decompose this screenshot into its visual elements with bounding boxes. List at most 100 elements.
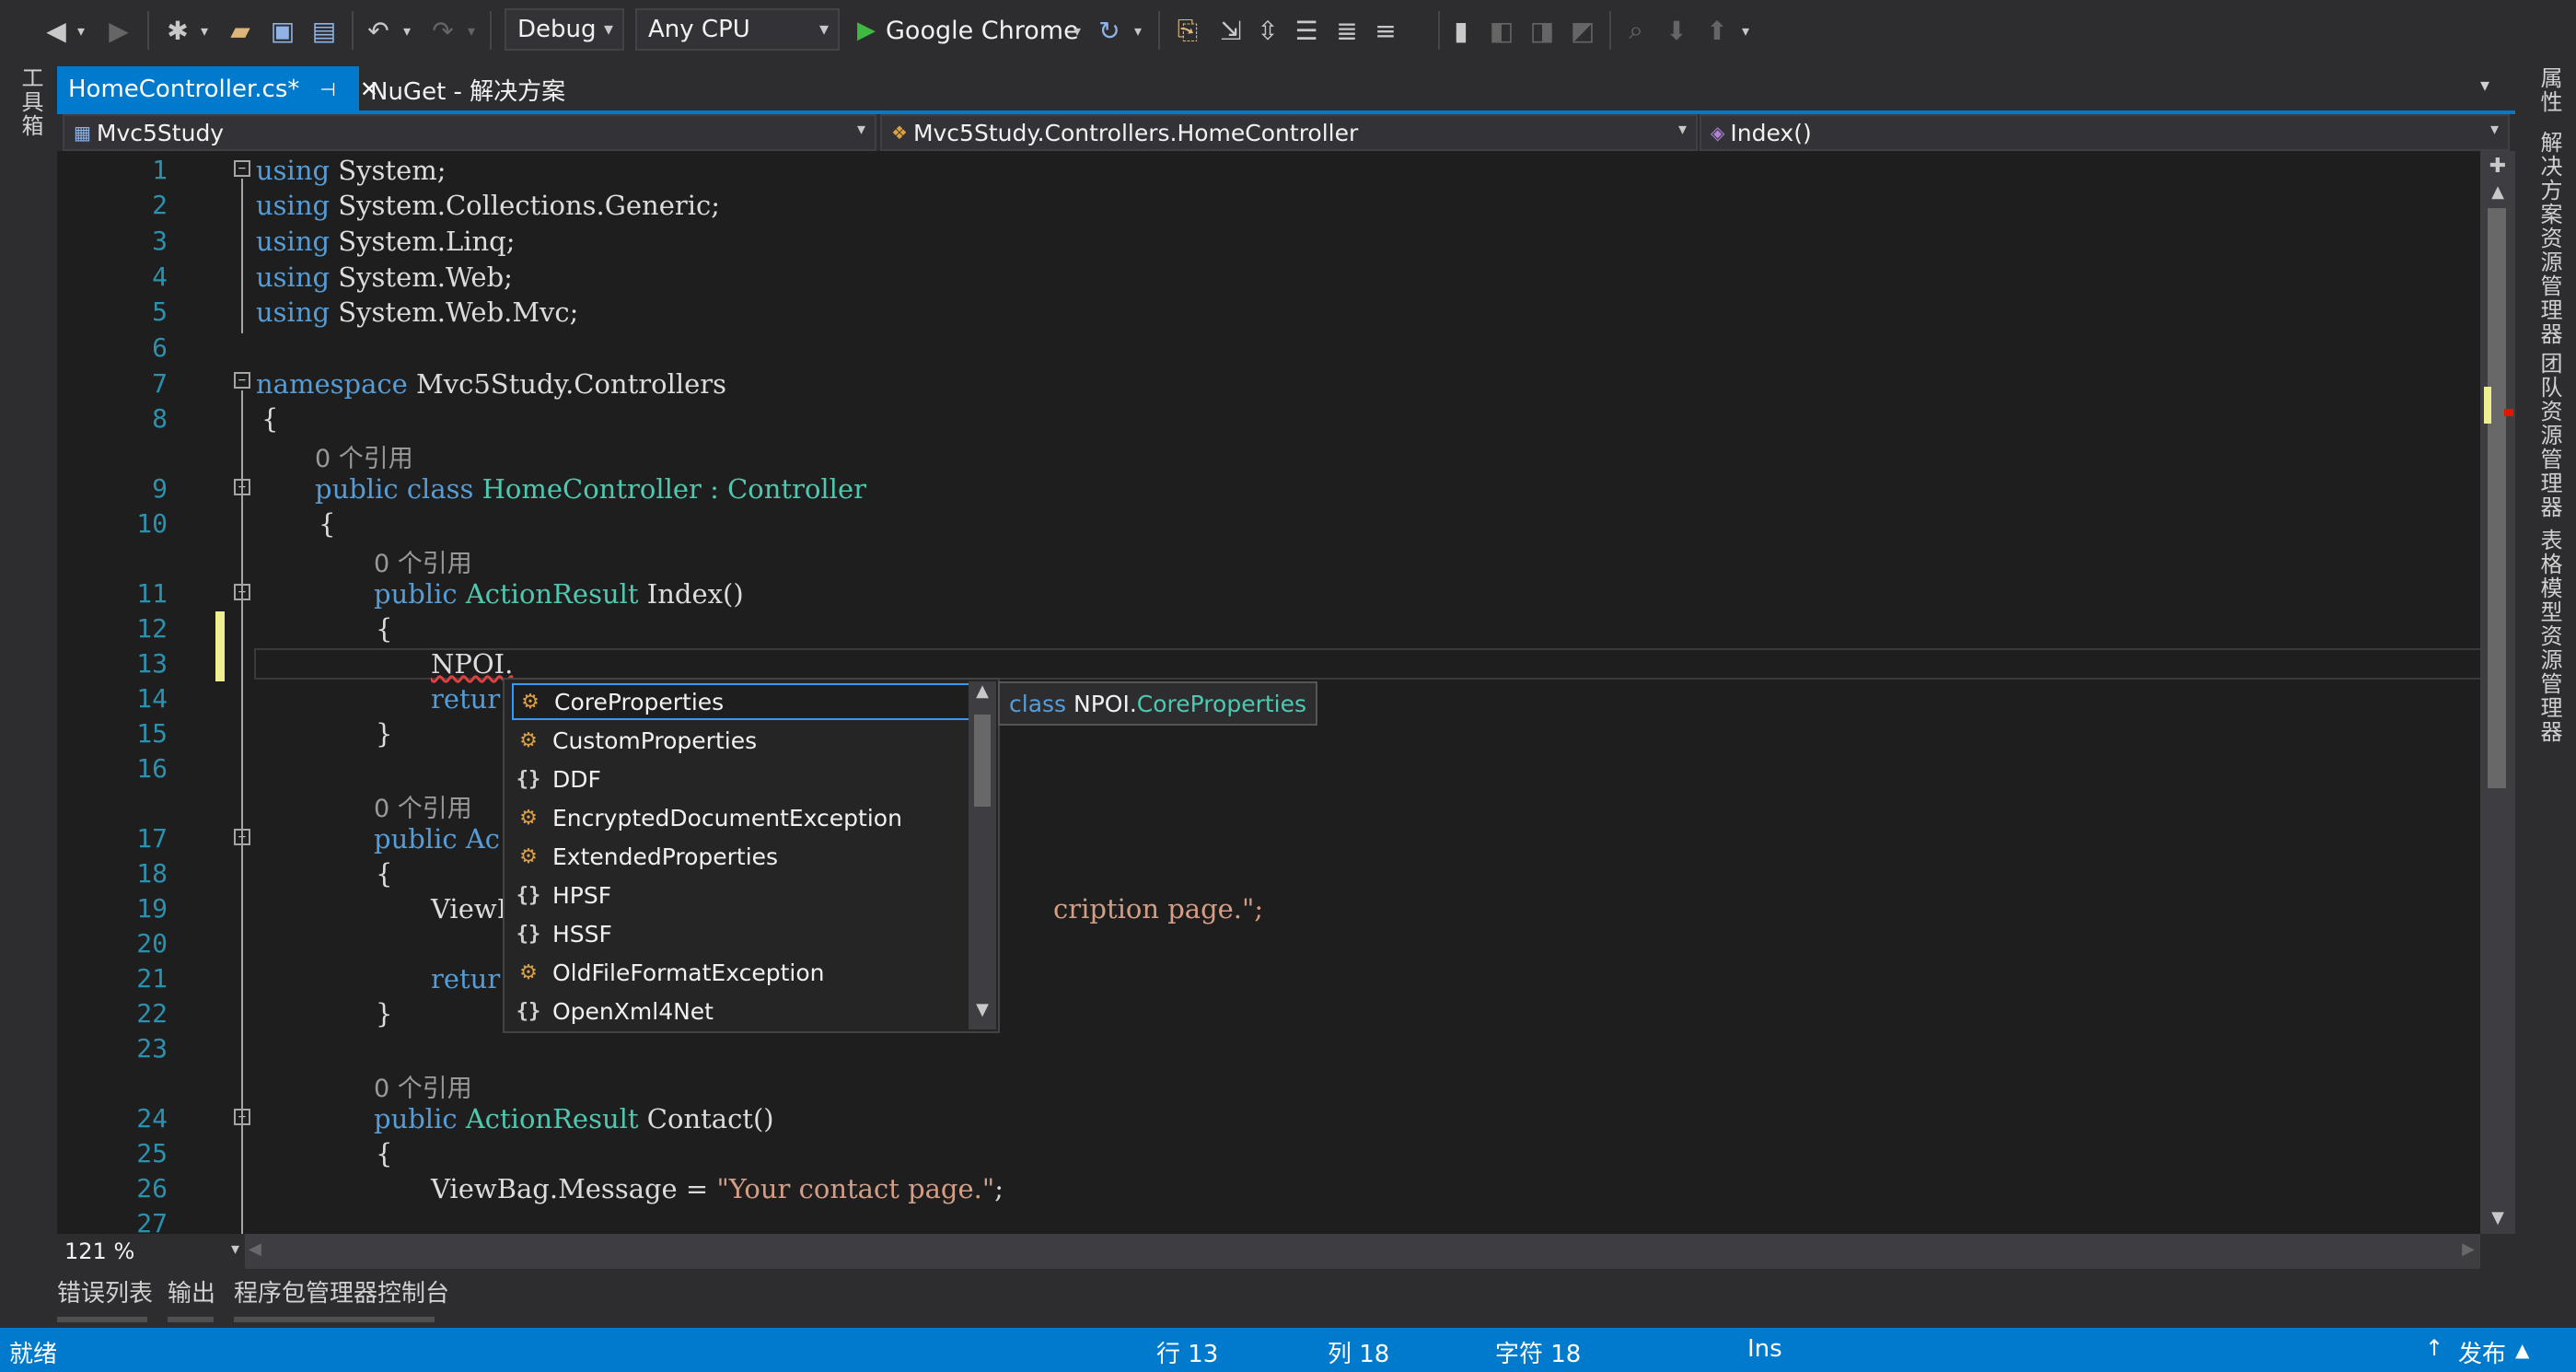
line-number: 8 — [152, 403, 168, 434]
outline-icon[interactable]: ☰ — [1291, 9, 1322, 52]
status-char: 字符 18 — [1495, 1341, 1582, 1368]
completion-item-selected[interactable]: ⚙ CoreProperties — [512, 683, 972, 720]
refresh-dropdown-icon[interactable]: ▾ — [1129, 9, 1147, 52]
completion-item[interactable]: {} HSSF — [512, 915, 972, 952]
run-dropdown-icon[interactable]: ▾ — [1068, 9, 1086, 52]
table-explorer-tab[interactable]: 表格模型资源管理器 — [2534, 529, 2566, 744]
back-dropdown-icon[interactable]: ▾ — [72, 9, 90, 52]
step-over-icon[interactable]: ⇳ — [1252, 9, 1283, 52]
run-button[interactable]: Google Chrome — [886, 9, 1083, 52]
team-explorer-tab[interactable]: 团队资源管理器 — [2534, 352, 2566, 519]
save-all-icon[interactable]: ▤ — [306, 9, 342, 52]
tab-output[interactable]: 输出 — [168, 1274, 215, 1308]
save-icon[interactable]: ▣ — [267, 9, 298, 52]
status-insert-mode: Ins — [1747, 1335, 1782, 1363]
reference-count[interactable]: 0 个引用 — [315, 438, 413, 474]
completion-item[interactable]: ⚙ OldFileFormatException — [512, 954, 972, 991]
tab-homecontroller[interactable]: HomeController.cs* ⊣ ✕ — [57, 66, 378, 112]
browser-link-icon[interactable]: ⎘ — [1169, 9, 1206, 52]
new-dropdown-icon[interactable]: ▾ — [195, 9, 214, 52]
completion-item[interactable]: ⚙ EncryptedDocumentException — [512, 799, 972, 836]
editor-scroll-thumb[interactable] — [2488, 208, 2506, 788]
step-into-icon[interactable]: ⇲ — [1215, 9, 1247, 52]
scroll-right-icon[interactable]: ▶ — [2462, 1239, 2475, 1259]
left-tool-strip: 工具箱 — [0, 61, 57, 1276]
completion-item[interactable]: ⚙ CustomProperties — [512, 722, 972, 759]
class-nav-select[interactable]: ❖ Mvc5Study.Controllers.HomeController ▾ — [880, 114, 1698, 151]
completion-item[interactable]: {} DDF — [512, 761, 972, 797]
collapse-icon[interactable]: − — [234, 372, 250, 389]
completion-list[interactable]: ⚙ CoreProperties ⚙ CustomProperties {} DDF … — [503, 678, 1000, 1033]
run-icon[interactable]: ▶ — [853, 9, 880, 52]
arrow-down-icon[interactable]: ⬇ — [1661, 9, 1692, 52]
scroll-down-icon[interactable]: ▼ — [969, 1000, 996, 1026]
chevron-up-icon[interactable]: ▲ — [2515, 1339, 2529, 1361]
completion-item-label: OpenXml4Net — [552, 997, 714, 1025]
configuration-select[interactable]: Debug ▾ — [505, 8, 624, 51]
reference-count[interactable]: 0 个引用 — [374, 543, 472, 579]
split-icon[interactable]: ✚ — [2484, 155, 2512, 178]
refresh-icon[interactable]: ↻ — [1094, 9, 1125, 52]
completion-item-label: ExtendedProperties — [552, 843, 779, 870]
undo-icon[interactable]: ↶ — [361, 9, 396, 52]
tab-overflow-icon[interactable]: ▾ — [2480, 74, 2489, 96]
code-line: { — [376, 858, 393, 889]
solution-explorer-tab[interactable]: 解决方案资源管理器 — [2534, 131, 2566, 346]
open-folder-icon[interactable]: ▰ — [225, 9, 256, 52]
namespace-icon: {} — [516, 922, 541, 946]
prev-bookmark-icon[interactable]: ◧ — [1486, 9, 1517, 52]
code-line: ViewBag.Message = "Your contact page."; — [431, 1173, 1004, 1204]
code-line: cription page."; — [1053, 893, 1264, 924]
editor-vertical-scrollbar[interactable]: ✚ ▲ ▼ — [2480, 151, 2515, 1234]
tab-nuget[interactable]: NuGet - 解决方案 — [359, 66, 565, 112]
member-nav-select[interactable]: ◈ Index() ▾ — [1700, 114, 2510, 151]
zoom-select[interactable]: 121 % ▾ — [57, 1234, 252, 1269]
arrow-up-icon[interactable]: ⬆ — [1701, 9, 1733, 52]
publish-arrow-icon[interactable]: ↑ — [2425, 1335, 2443, 1361]
line-number: 1 — [152, 155, 168, 185]
next-bookmark-icon[interactable]: ◨ — [1526, 9, 1558, 52]
scroll-up-icon[interactable]: ▲ — [2480, 182, 2515, 202]
reference-count[interactable]: 0 个引用 — [374, 1068, 472, 1104]
uncomment-icon[interactable]: ≡ — [1370, 9, 1401, 52]
tab-error-list[interactable]: 错误列表 — [57, 1274, 153, 1308]
class-icon: ⚙ — [519, 960, 538, 984]
completion-item[interactable]: ⚙ ExtendedProperties — [512, 838, 972, 875]
find-icon[interactable]: ⌕ — [1620, 9, 1652, 52]
forward-icon[interactable]: ▶ — [103, 9, 134, 52]
completion-item[interactable]: {} OpenXml4Net — [512, 993, 972, 1029]
bookmark-icon[interactable]: ▮ — [1445, 9, 1477, 52]
toolbar-overflow-icon[interactable]: ▾ — [1736, 9, 1755, 52]
toolbox-tab[interactable]: 工具箱 — [15, 66, 47, 138]
line-number: 25 — [136, 1138, 168, 1169]
redo-dropdown-icon[interactable]: ▾ — [462, 9, 481, 52]
collapse-icon[interactable]: − — [234, 160, 250, 177]
class-icon: ⚙ — [519, 728, 538, 752]
toolbar-separator — [1609, 11, 1611, 50]
code-line: } — [376, 718, 393, 750]
clear-bookmarks-icon[interactable]: ◩ — [1567, 9, 1598, 52]
scroll-up-icon[interactable]: ▲ — [969, 681, 996, 707]
completion-scroll-thumb[interactable] — [974, 715, 991, 807]
scroll-left-icon[interactable]: ◀ — [249, 1239, 261, 1259]
line-number: 14 — [136, 683, 168, 714]
editor-horizontal-scrollbar[interactable]: ◀ ▶ — [245, 1234, 2480, 1269]
scroll-down-icon[interactable]: ▼ — [2480, 1208, 2515, 1227]
project-nav-select[interactable]: ▦ Mvc5Study ▾ — [63, 114, 876, 151]
reference-count[interactable]: 0 个引用 — [374, 788, 472, 824]
pin-icon[interactable]: ⊣ — [319, 78, 335, 100]
completion-scrollbar[interactable]: ▲ ▼ — [969, 681, 996, 1029]
undo-dropdown-icon[interactable]: ▾ — [398, 9, 416, 52]
publish-button[interactable]: 发布 — [2458, 1335, 2506, 1369]
back-icon[interactable]: ◀ — [41, 9, 72, 52]
line-number: 11 — [136, 578, 168, 609]
completion-item[interactable]: {} HPSF — [512, 877, 972, 913]
redo-icon[interactable]: ↷ — [425, 9, 460, 52]
platform-select[interactable]: Any CPU ▾ — [635, 8, 840, 51]
new-project-icon[interactable]: ✱ — [162, 9, 193, 52]
comment-icon[interactable]: ≣ — [1331, 9, 1363, 52]
namespace-icon: {} — [516, 999, 541, 1023]
tab-package-manager-console[interactable]: 程序包管理器控制台 — [234, 1274, 449, 1308]
properties-tab[interactable]: 属性 — [2534, 66, 2566, 114]
team-explorer-label: 团队资源管理器 — [2536, 352, 2562, 519]
